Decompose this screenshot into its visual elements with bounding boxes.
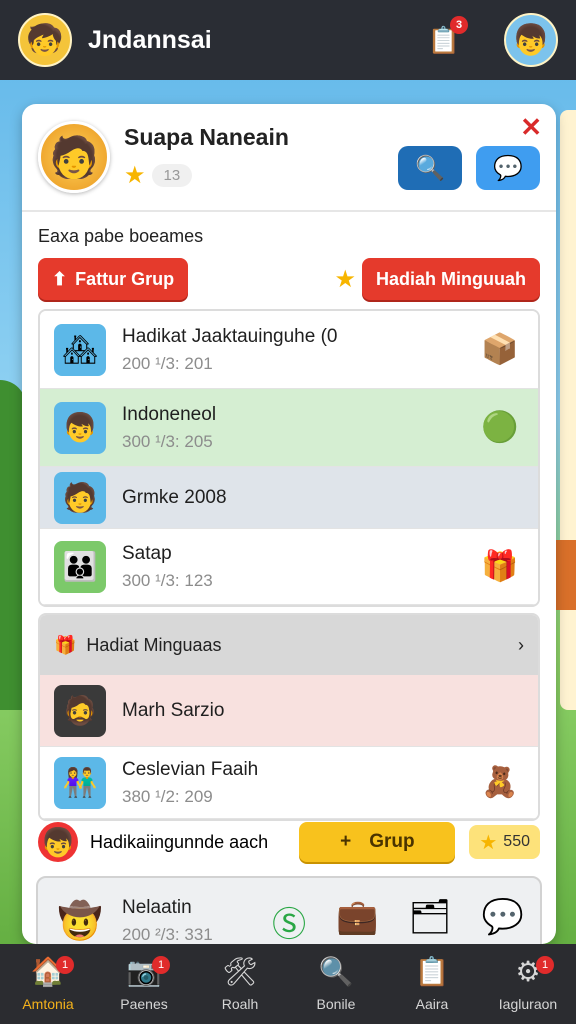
profile-avatar-large: 🧑 (38, 121, 110, 193)
score-value: 550 (503, 833, 530, 850)
nav-label: Paenes (120, 996, 168, 1012)
app-title: Jndannsai (88, 25, 212, 54)
item-subtitle: 300 ¹/3: 205 (122, 431, 213, 451)
avatar: 👦 (38, 822, 78, 862)
whatsapp-icon[interactable]: Ⓢ (272, 897, 306, 945)
group-header-label: Hadiat Minguaas (86, 634, 222, 655)
group-header[interactable]: 🎁 Hadiat Minguaas › (40, 615, 538, 675)
nav-label: Amtonia (22, 996, 74, 1012)
nav-item-amtonia[interactable]: 🏠 Amtonia 1 (0, 944, 96, 1024)
briefcase-icon[interactable]: 💼 (336, 897, 378, 945)
notification-badge: 1 (152, 956, 170, 974)
star-icon: ★ (124, 162, 146, 189)
nav-item-iagluraon[interactable]: ⚙ Iagluraon 1 (480, 944, 576, 1024)
score-badge: ★ 550 (469, 825, 540, 859)
search-icon: 🔍 (415, 154, 445, 182)
green-badge-icon[interactable]: 🟢 (476, 410, 524, 445)
item-title: Marh Sarzio (122, 699, 225, 721)
couple-icon: 👫 (54, 756, 106, 809)
list-item[interactable]: 🤠 Nelaatin 200 ²/3: 331 Ⓢ 💼 🗂 💬 (36, 876, 542, 944)
item-title: Hadikat Jaaktauinguhe (0 (122, 325, 338, 347)
nav-label: Aaira (415, 996, 449, 1012)
nav-label: Bonile (316, 996, 356, 1012)
avatar: 🤠 (57, 900, 103, 941)
item-title: Grmke 2008 (122, 486, 227, 508)
nav-item-paenes[interactable]: 📷 Paenes 1 (96, 944, 192, 1024)
main-panel: 🧑 Suapa Naneain ★ 13 🔍 💬 ✕ Eaxa pabe boe… (22, 104, 556, 944)
search-button[interactable]: 🔍 (398, 146, 462, 190)
folder-icon[interactable]: 🗂 (408, 897, 451, 945)
bottom-bar: 👦 Hadikaiingunnde aach + Grup ★ 550 (38, 816, 540, 868)
item-title: Satap (122, 542, 172, 564)
profile-header: 🧑 Suapa Naneain ★ 13 🔍 💬 ✕ (22, 104, 556, 212)
grup-label: Grup (369, 831, 415, 852)
star-icon: ★ (334, 265, 356, 293)
close-icon: ✕ (520, 112, 542, 142)
clipboard-button[interactable]: 📋 3 (426, 16, 468, 60)
profile-avatar[interactable]: 👦 (504, 13, 558, 67)
boy-avatar-icon: 👦 (54, 401, 106, 454)
list-item[interactable]: 🏘 Hadikat Jaaktauinguhe (0 200 ¹/3: 201 📦 (40, 311, 538, 389)
item-subtitle: 300 ¹/3: 123 (122, 570, 213, 590)
chest-icon: 🎁 (54, 634, 77, 655)
notification-badge: 1 (56, 956, 74, 974)
item-title: Ceslevian Faaih (122, 758, 259, 780)
list-item[interactable]: 🧔 Marh Sarzio (40, 675, 538, 747)
list-item[interactable]: 👪 Satap 300 ¹/3: 123 🎁 (40, 529, 538, 605)
plus-icon: + (340, 831, 352, 852)
reward-list: 🎁 Hadiat Minguaas › 🧔 Marh Sarzio 👫 Ceslevi… (38, 613, 540, 821)
chevron-right-icon: › (518, 634, 524, 655)
background-house (554, 540, 576, 610)
background-side-panel (560, 110, 576, 710)
face-avatar-icon: 🧑 (54, 471, 106, 524)
item-title: Indoneneol (122, 403, 217, 425)
star-icon: ★ (479, 831, 498, 854)
nav-item-bonile[interactable]: 🔍 Bonile (288, 944, 384, 1024)
top-bar: 🧒 Jndannsai 📋 3 👦 (0, 0, 576, 80)
level-pill: 13 (151, 164, 193, 187)
bottom-text: Hadikaiingunnde aach (90, 831, 269, 852)
chat-button[interactable]: 💬 (476, 146, 540, 190)
group-list: 🏘 Hadikat Jaaktauinguhe (0 200 ¹/3: 201 📦 👦 I… (38, 309, 540, 607)
notification-badge: 1 (536, 956, 554, 974)
chat-icon: 💬 (493, 154, 523, 182)
tools-icon: 🛠 (222, 956, 258, 987)
gift-icon[interactable]: 🎁 (476, 549, 524, 584)
search-icon: 🔍 (318, 956, 354, 987)
tab-fattur-grup[interactable]: ⬆ Fattur Grup (38, 258, 189, 300)
dark-avatar-icon: 🧔 (54, 684, 106, 737)
nav-item-roalh[interactable]: 🛠 Roalh (192, 944, 288, 1024)
nav-item-aaira[interactable]: 📋 Aaira (384, 944, 480, 1024)
nav-label: Iagluraon (498, 996, 558, 1012)
user-avatar[interactable]: 🧒 (18, 13, 72, 67)
building-icon: 🏘 (54, 323, 106, 376)
upgrade-icon: ⬆ (52, 268, 68, 289)
grup-button[interactable]: + Grup (299, 822, 456, 862)
item-subtitle: 200 ¹/3: 201 (122, 353, 213, 373)
chat-bubble-icon[interactable]: 💬 (482, 897, 524, 945)
section-label: Eaxa pabe boeames (38, 226, 204, 246)
bottom-nav: 🏠 Amtonia 1 📷 Paenes 1 🛠 Roalh 🔍 Bonile 📋 Aaira ⚙ Iag… (0, 944, 576, 1024)
tab-label: Hadiah Minguuah (376, 268, 526, 289)
clipboard-icon: 📋 (414, 956, 450, 987)
nav-label: Roalh (221, 996, 259, 1012)
package-icon[interactable]: 📦 (476, 332, 524, 367)
tab-hadiah[interactable]: Hadiah Minguuah (362, 258, 540, 300)
close-button[interactable]: ✕ (520, 112, 542, 143)
list-item[interactable]: 🧑 Grmke 2008 (40, 467, 538, 529)
tab-label: Fattur Grup (75, 268, 175, 289)
people-icon: 👪 (54, 540, 106, 593)
list-item[interactable]: 👦 Indoneneol 300 ¹/3: 205 🟢 (40, 389, 538, 467)
tab-row: ⬆ Fattur Grup ★ Hadiah Minguuah (22, 257, 556, 301)
notification-badge: 3 (450, 16, 468, 34)
list-item[interactable]: 👫 Ceslevian Faaih 380 ¹/2: 209 🧸 (40, 747, 538, 819)
profile-name: Suapa Naneain (124, 124, 289, 150)
teddy-bear-icon[interactable]: 🧸 (476, 765, 524, 800)
item-subtitle: 380 ¹/2: 209 (122, 786, 213, 806)
